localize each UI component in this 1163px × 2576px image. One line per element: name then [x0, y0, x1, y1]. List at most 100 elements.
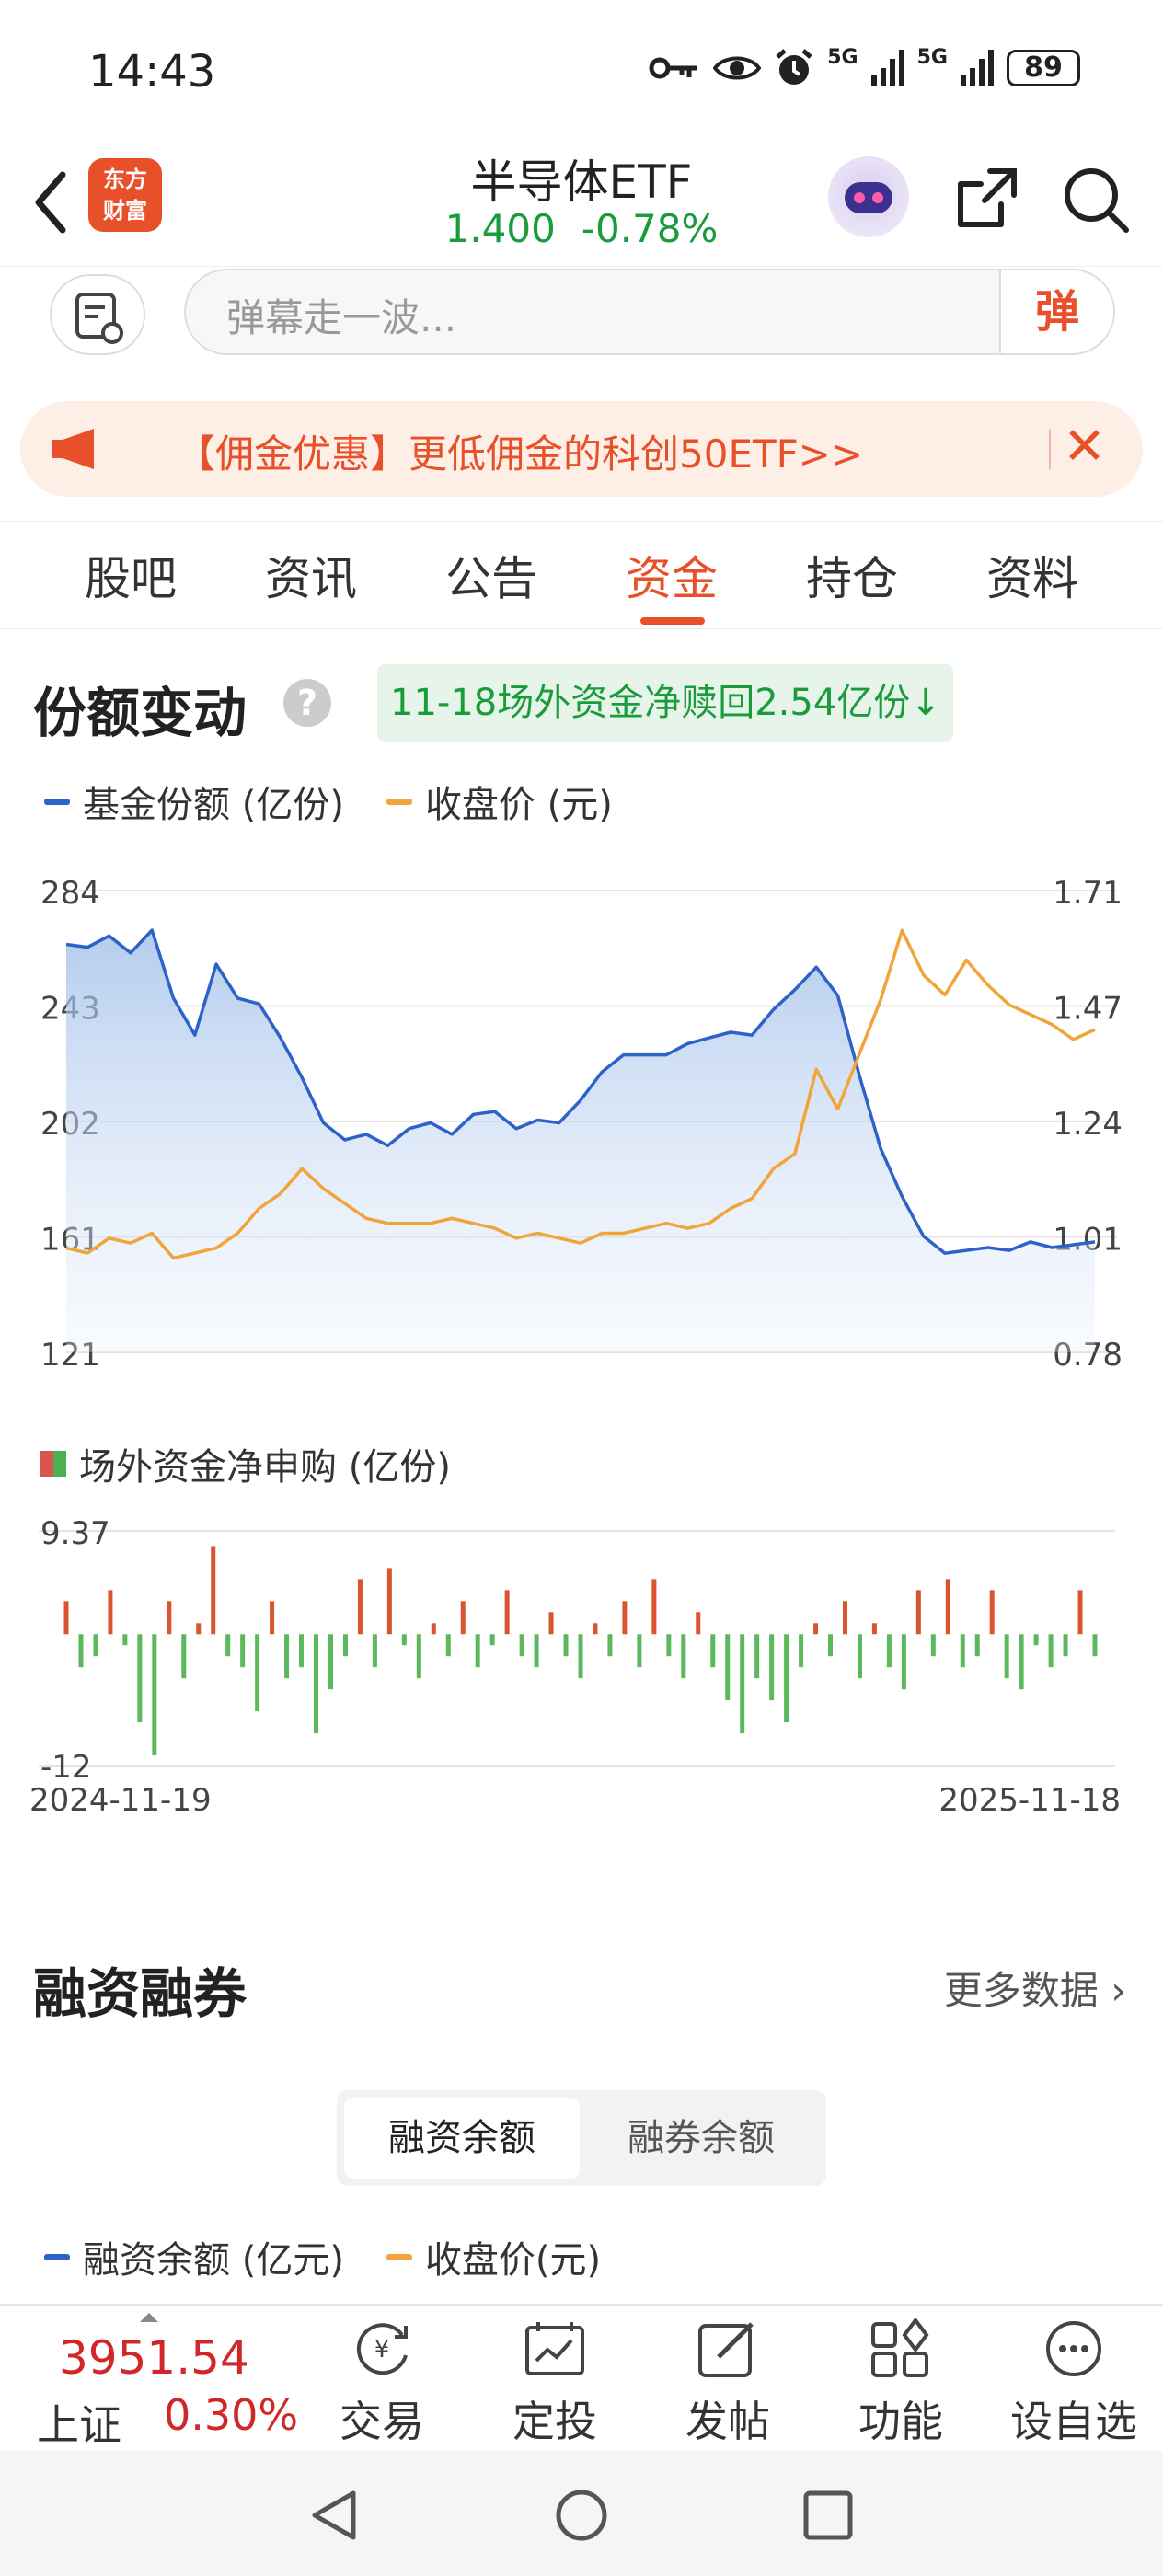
segment-short-balance[interactable]: 融券余额	[583, 2098, 819, 2179]
bar-outflow	[342, 1634, 348, 1657]
search-icon[interactable]	[1058, 162, 1132, 236]
legend-net-subscription-label: 场外资金净申购 (亿份)	[79, 1446, 451, 1489]
bar-outflow	[489, 1634, 495, 1646]
section-tabs: 股吧 资讯 公告 资金 持仓 资料	[0, 521, 1163, 629]
nav-functions[interactable]: 功能	[832, 2318, 970, 2449]
bar-inflow	[915, 1590, 921, 1635]
share-icon[interactable]	[950, 162, 1023, 236]
apps-icon	[871, 2318, 929, 2377]
nav-trade[interactable]: ¥ 交易	[313, 2318, 451, 2449]
alarm-icon	[776, 49, 812, 85]
segment-financing-balance[interactable]: 融资余额	[344, 2098, 580, 2179]
tab-holdings[interactable]: 持仓	[762, 542, 942, 608]
trade-icon: ¥	[356, 2323, 408, 2375]
more-data-link[interactable]: 更多数据 ›	[944, 1960, 1126, 2016]
tab-guba[interactable]: 股吧	[40, 542, 221, 608]
y-tick-right: 1.24	[1053, 1106, 1123, 1143]
bar-outflow	[886, 1634, 892, 1668]
network-5g-label-1: 5G	[827, 45, 858, 69]
bar-outflow	[255, 1634, 260, 1712]
bar-outflow	[681, 1634, 686, 1679]
system-nav-bar	[0, 2451, 1163, 2576]
bar-inflow	[989, 1590, 995, 1635]
nav-auto-invest[interactable]: 定投	[486, 2318, 624, 2449]
bar-outflow	[314, 1634, 319, 1734]
bar-inflow	[386, 1568, 392, 1635]
bar-outflow	[974, 1634, 980, 1657]
danmu-settings-button[interactable]	[50, 274, 145, 355]
post-icon	[698, 2322, 754, 2377]
nav-post[interactable]: 发帖	[659, 2318, 797, 2449]
bar-outflow	[1092, 1634, 1098, 1657]
bar-outflow	[122, 1634, 128, 1646]
y-tick-left: 284	[40, 875, 100, 912]
bar-inflow	[871, 1623, 877, 1635]
auto-invest-icon	[525, 2322, 584, 2375]
system-home-icon[interactable]	[554, 2488, 609, 2543]
signal-icon	[870, 50, 904, 86]
bar-inflow	[945, 1579, 950, 1635]
bar-outflow	[1033, 1634, 1039, 1646]
share-change-title: 份额变动	[33, 682, 248, 744]
bar-outflow	[799, 1634, 804, 1668]
index-value: 3951.54	[59, 2331, 249, 2385]
bar-outflow	[960, 1634, 965, 1668]
signal-icon-2	[961, 50, 994, 86]
y-tick-right: 1.47	[1053, 991, 1123, 1028]
tab-announcement[interactable]: 公告	[401, 542, 582, 608]
battery-icon: 89	[1007, 50, 1080, 86]
share-change-line-chart: 2841.712431.472021.241611.011210.78	[40, 875, 1123, 1371]
net-subscription-bar-chart: 9.37 -122024-11-19 2025-11-18	[29, 1515, 1121, 1819]
promo-banner[interactable]: 【佣金优惠】更低佣金的科创50ETF>> ✕	[20, 401, 1143, 497]
bar-outflow	[240, 1634, 246, 1668]
key-icon	[649, 57, 697, 79]
bar-outflow	[930, 1634, 936, 1657]
tab-funds[interactable]: 资金	[582, 542, 762, 625]
bar-outflow	[328, 1634, 333, 1690]
help-icon[interactable]: ?	[283, 679, 331, 727]
stock-price: 1.400	[444, 206, 556, 251]
bar-outflow	[725, 1634, 731, 1701]
bar-inflow	[813, 1623, 819, 1635]
system-back-icon[interactable]	[307, 2488, 363, 2543]
system-recents-icon[interactable]	[800, 2488, 856, 2543]
legend-close-price: 收盘价 (元)	[386, 775, 613, 828]
chevron-right-icon: ›	[1111, 1968, 1126, 2013]
bar-outflow	[710, 1634, 716, 1668]
assistant-robot-icon[interactable]	[828, 156, 909, 237]
legend-bar-swatch	[40, 1451, 53, 1477]
bar-inflow	[108, 1590, 113, 1635]
nav-post-label: 发帖	[685, 2397, 770, 2446]
bar-outflow	[284, 1634, 290, 1679]
legend-shares: 基金份额 (亿份)	[44, 775, 344, 828]
bar-outflow	[78, 1634, 84, 1668]
net-redeem-text: 11-18场外资金净赎回2.54亿份	[390, 682, 911, 724]
nav-add-watchlist[interactable]: 设自选	[1005, 2318, 1143, 2449]
battery-level: 89	[1024, 52, 1063, 84]
promo-close-button[interactable]: ✕	[1063, 420, 1106, 475]
legend-net-subscription: 场外资金净申购 (亿份)	[40, 1437, 451, 1490]
bar-inflow	[1077, 1590, 1083, 1635]
bar-inflow	[622, 1601, 628, 1635]
bar-outflow	[93, 1634, 98, 1657]
eye-icon	[713, 56, 762, 80]
bar-inflow	[196, 1623, 202, 1635]
net-redeem-badge: 11-18场外资金净赎回2.54亿份↓	[377, 664, 953, 742]
danmu-input[interactable]: 弹幕走一波... 弹	[184, 269, 1115, 355]
bar-outflow	[475, 1634, 480, 1668]
bar-outflow	[181, 1634, 187, 1679]
legend-close-price-label: 收盘价 (元)	[424, 784, 613, 826]
margin-segment-control: 融资余额 融券余额	[337, 2090, 826, 2186]
bar-outflow	[1004, 1634, 1009, 1679]
y-tick-min: -12	[40, 1749, 92, 1786]
bar-outflow	[1048, 1634, 1054, 1668]
bar-chart-legend: 场外资金净申购 (亿份)	[40, 1437, 493, 1490]
x-tick-end: 2025-11-18	[938, 1782, 1121, 1819]
bar-inflow	[696, 1612, 701, 1635]
tab-news[interactable]: 资讯	[221, 542, 401, 608]
tab-profile[interactable]: 资料	[942, 542, 1123, 608]
svg-text:¥: ¥	[374, 2336, 390, 2363]
danmu-send-button[interactable]: 弹	[999, 270, 1113, 353]
legend-financing: 融资余额 (亿元)	[44, 2230, 344, 2283]
bar-outflow	[372, 1634, 377, 1668]
